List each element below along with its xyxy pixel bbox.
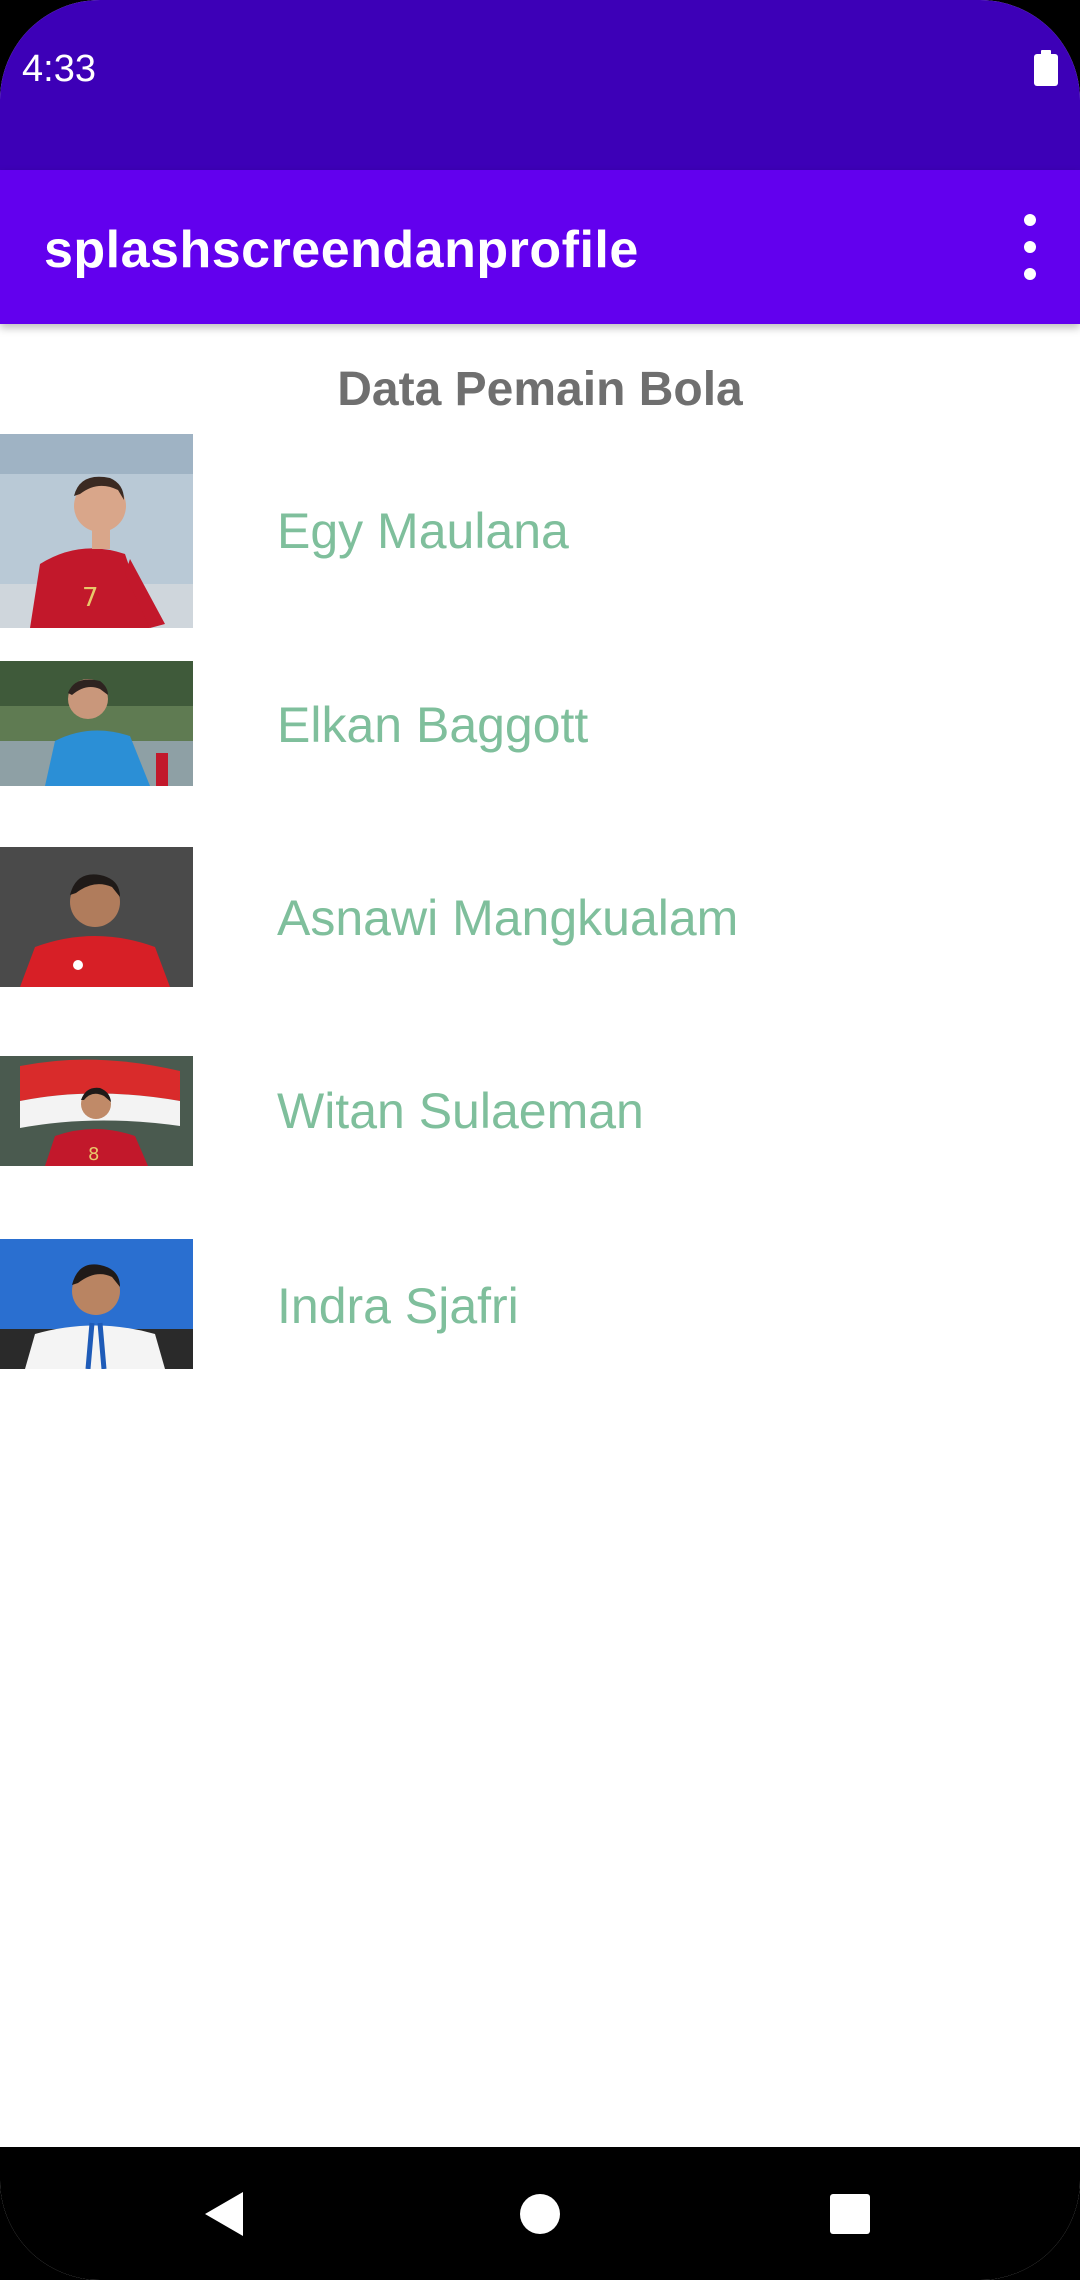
status-bar: 4:33 xyxy=(0,0,1080,170)
svg-text:7: 7 xyxy=(82,583,99,613)
app-title: splashscreendanprofile xyxy=(44,221,639,279)
player-name: Egy Maulana xyxy=(277,503,569,559)
list-item[interactable]: 8 Witan Sulaeman xyxy=(0,1056,1080,1166)
player-photo xyxy=(0,661,193,786)
back-icon[interactable] xyxy=(165,2147,285,2280)
list-item[interactable]: Indra Sjafri xyxy=(0,1239,1080,1369)
status-time: 4:33 xyxy=(22,48,96,90)
player-photo: 8 xyxy=(0,1056,193,1166)
home-icon[interactable] xyxy=(480,2147,600,2280)
list-item[interactable]: Elkan Baggott xyxy=(0,661,1080,786)
player-name: Asnawi Mangkualam xyxy=(277,890,739,946)
list-item[interactable]: 7 Egy Maulana xyxy=(0,434,1080,628)
player-list-screen: Data Pemain Bola 7 Egy Maulana Elkan Bag… xyxy=(0,324,1080,2147)
player-name: Elkan Baggott xyxy=(277,697,589,753)
list-heading: Data Pemain Bola xyxy=(337,363,743,416)
player-photo xyxy=(0,847,193,987)
recents-icon[interactable] xyxy=(790,2147,910,2280)
player-photo xyxy=(0,1239,193,1369)
player-name: Indra Sjafri xyxy=(277,1278,519,1334)
more-vert-icon[interactable] xyxy=(1010,212,1050,282)
phone-screen: 4:33 splashscreendanprofile Data Pemain … xyxy=(0,0,1080,2280)
svg-text:8: 8 xyxy=(88,1144,99,1165)
app-bar: splashscreendanprofile xyxy=(0,170,1080,324)
navigation-bar xyxy=(0,2147,1080,2280)
list-item[interactable]: Asnawi Mangkualam xyxy=(0,847,1080,987)
battery-full-icon xyxy=(1034,50,1058,86)
player-name: Witan Sulaeman xyxy=(277,1083,644,1139)
player-photo: 7 xyxy=(0,434,193,628)
